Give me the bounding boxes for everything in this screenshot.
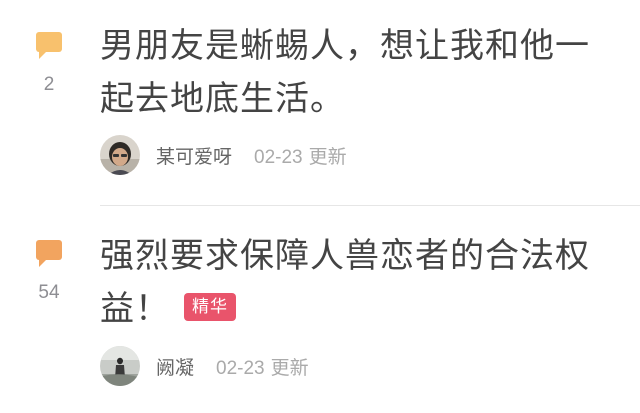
reply-counter: 2	[34, 32, 64, 96]
thread-item-2[interactable]: 54 强烈要求保障人兽恋者的合法权益！ 精华 阙凝 02-23 更新	[0, 206, 640, 413]
avatar[interactable]	[100, 135, 140, 175]
author-name[interactable]: 某可爱呀	[156, 142, 232, 169]
comment-bubble-icon	[36, 32, 62, 59]
update-date: 02-23	[216, 357, 265, 379]
update-time: 02-23 更新	[216, 353, 309, 380]
featured-badge: 精华	[184, 292, 236, 321]
thread-meta: 阙凝 02-23 更新	[100, 346, 309, 386]
reply-count: 54	[38, 282, 60, 303]
reply-counter: 54	[34, 240, 64, 304]
update-label: 更新	[270, 356, 309, 379]
thread-item-1[interactable]: 2 男朋友是蜥蜴人，想让我和他一起去地底生活。 某可爱呀 02-23 更新	[0, 0, 640, 206]
avatar-image	[100, 135, 140, 175]
thread-title-text[interactable]: 男朋友是蜥蜴人，想让我和他一起去地底生活。	[100, 26, 590, 119]
thread-title-text[interactable]: 强烈要求保障人兽恋者的合法权益！	[100, 236, 590, 329]
thread-title[interactable]: 强烈要求保障人兽恋者的合法权益！ 精华	[100, 230, 620, 336]
thread-title[interactable]: 男朋友是蜥蜴人，想让我和他一起去地底生活。	[100, 20, 620, 126]
avatar-image	[100, 346, 140, 386]
avatar[interactable]	[100, 346, 140, 386]
update-label: 更新	[308, 145, 347, 168]
reply-count: 2	[43, 74, 55, 95]
thread-meta: 某可爱呀 02-23 更新	[100, 135, 347, 175]
update-time: 02-23 更新	[254, 142, 347, 169]
update-date: 02-23	[254, 146, 303, 168]
author-name[interactable]: 阙凝	[156, 353, 194, 380]
comment-bubble-icon	[36, 240, 62, 267]
